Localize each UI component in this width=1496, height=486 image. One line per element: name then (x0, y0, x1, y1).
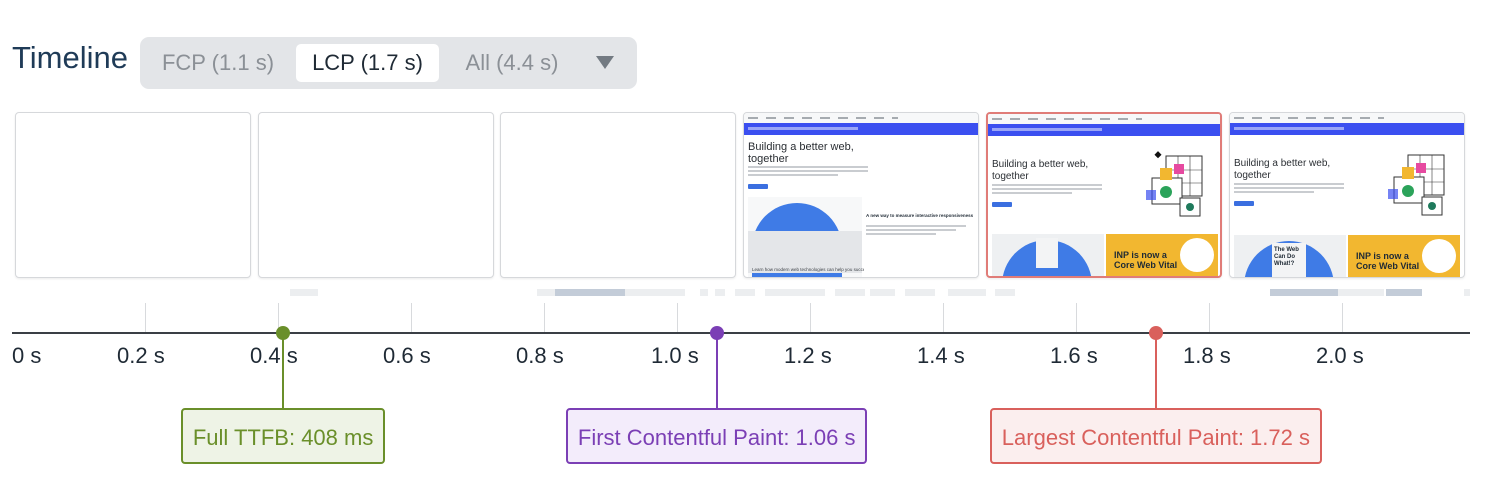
filmstrip-frame-3[interactable] (500, 112, 736, 278)
tick-label: 0.2 s (117, 343, 165, 368)
filmstrip-frame-5-lcp[interactable]: Building a better web, together INP is n… (986, 112, 1222, 278)
fcp-marker-dot (709, 326, 724, 340)
tick-label: 1.8 s (1183, 343, 1231, 368)
lcp-label: Largest Contentful Paint: 1.72 s (989, 408, 1322, 464)
tick-label: 2.0 s (1316, 343, 1364, 368)
tick-label: 1.0 s (651, 343, 699, 368)
ttfb-marker-dot (276, 326, 291, 340)
filmstrip-frame-6[interactable]: Building a better web, together The Web … (1229, 112, 1465, 278)
filmstrip-frame-1[interactable] (15, 112, 251, 278)
thumb-heading: Building a better web, together (1234, 158, 1331, 181)
ttfb-marker-line (282, 333, 285, 409)
timeline-title: Timeline (12, 40, 128, 75)
tick-label: 0 s (12, 343, 42, 368)
thumb-heading: Building a better web, together (748, 141, 854, 165)
tick-label: 0.4 s (250, 343, 298, 368)
lcp-marker-dot (1148, 326, 1163, 340)
ttfb-label: Full TTFB: 408 ms (180, 408, 386, 464)
tick-label: 1.6 s (1050, 343, 1098, 368)
tick-label: 0.6 s (383, 343, 431, 368)
tick-label: 1.4 s (917, 343, 965, 368)
filmstrip-frame-2[interactable] (258, 112, 494, 278)
fcp-marker-line (715, 333, 718, 409)
tick-label: 1.2 s (784, 343, 832, 368)
option-fcp[interactable]: FCP (1.1 s) (148, 44, 288, 82)
option-all[interactable]: All (4.4 s) (447, 44, 577, 82)
filmstrip-frame-4[interactable]: Building a better web, together Learn ho… (743, 112, 979, 278)
timeline-range-selector[interactable]: FCP (1.1 s) LCP (1.7 s) All (4.4 s) (140, 37, 637, 89)
option-lcp[interactable]: LCP (1.7 s) (296, 44, 439, 82)
thumb-banner (744, 123, 978, 135)
lcp-marker-line (1154, 333, 1157, 409)
chevron-down-icon[interactable] (596, 56, 614, 69)
thumb-illustration (1146, 151, 1203, 217)
thumb-illustration (1388, 154, 1445, 216)
thumb-card-left: Learn how modern web technologies can he… (748, 197, 870, 277)
thumb-heading: Building a better web, together (992, 159, 1089, 182)
thumb-nav (744, 113, 978, 123)
thumb-card-right: A new way to measure interactive respons… (864, 197, 976, 277)
tick-label: 0.8 s (516, 343, 564, 368)
fcp-label: First Contentful Paint: 1.06 s (565, 408, 868, 464)
